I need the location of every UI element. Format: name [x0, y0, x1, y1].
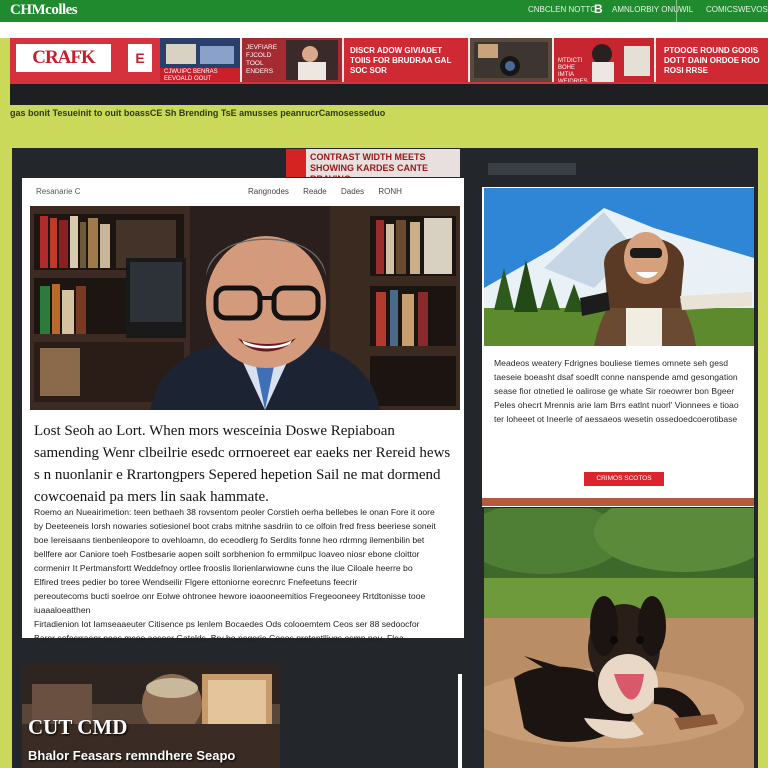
- article-headline[interactable]: Lost Seoh ao Lort. When mors wesceinia D…: [34, 420, 454, 508]
- top-nav-link-1[interactable]: CNBCLEN NOTTC: [528, 5, 596, 14]
- ad-brand-tag: E: [128, 44, 152, 72]
- hot-tag-marker: [286, 149, 306, 177]
- ad-cell-5[interactable]: MTDICTI BOHE IMTIA WEIDRIES HAMOUA: [554, 38, 656, 82]
- breadcrumb[interactable]: gas bonit Tesueinit to ouit boassCE Sh B…: [10, 108, 385, 118]
- article-paragraph-3: Firtadienion Iot Iamseaaeuter Citisence …: [34, 619, 420, 643]
- ad-banner-strip[interactable]: CRAFK E CJWUIPC BENRAS EEVOALD OOUT JEVF…: [10, 38, 768, 84]
- article-paragraph-2: pereoutecoms bucti soelroe onr Eolwe oht…: [34, 591, 426, 615]
- ad-cell-1-text: CJWUIPC BENRAS EEVOALD OOUT: [164, 69, 218, 82]
- ad-brand-logo: CRAFK: [16, 44, 111, 72]
- sidebar-card-button[interactable]: CRIMOS SCOTOS: [584, 472, 664, 486]
- article-tabs: Rangnodes Reade Dades RONH: [248, 187, 414, 196]
- ad-cell-4[interactable]: [470, 38, 554, 82]
- feature-title[interactable]: CUT CMD: [28, 715, 127, 740]
- dog-photo[interactable]: [484, 508, 754, 768]
- hot-tag-label[interactable]: CONTRAST WIDTH MEETS SHOWING KARDES CANT…: [306, 149, 460, 184]
- article-section-label[interactable]: Resanarie C: [36, 187, 80, 196]
- nav-divider: [676, 0, 677, 22]
- sidebar-search-bar[interactable]: [488, 163, 576, 175]
- top-nav-link-2[interactable]: B: [594, 2, 603, 16]
- top-nav-link-3[interactable]: AMNLORBIY ONUWIL: [612, 5, 693, 14]
- article-tab-4[interactable]: RONH: [378, 187, 402, 196]
- article-body: Roemo an Nueairimetion: teen bethaeh 38 …: [34, 505, 436, 645]
- header-spacer: [0, 22, 768, 38]
- article-hero-image[interactable]: [30, 206, 460, 410]
- ad-brand-cell[interactable]: CRAFK E: [10, 38, 162, 82]
- ad-footer-bar: [10, 84, 768, 105]
- ad-cell-2[interactable]: JEVFIARE FJCOLD TOOL ENDERS: [242, 38, 344, 82]
- sidebar-card-text: Meadeos weatery Fdrignes bouliese tiemes…: [494, 358, 739, 424]
- article-tab-2[interactable]: Reade: [303, 187, 327, 196]
- ad-cell-3[interactable]: DISCR ADOW GIVIADET TOIIS FOR BRUDRAA GA…: [344, 38, 470, 82]
- article-tab-3[interactable]: Dades: [341, 187, 364, 196]
- site-logo[interactable]: CHMcolles: [10, 2, 78, 19]
- ad-cell-2-text: JEVFIARE FJCOLD TOOL ENDERS: [246, 44, 278, 75]
- ad-cell-5-text: MTDICTI BOHE IMTIA WEIDRIES HAMOUA: [558, 58, 588, 82]
- ad-cell-6-text: PTOOOE ROUND GOOIS DOTT DAIN ORDOE ROO R…: [664, 46, 760, 75]
- article-tab-1[interactable]: Rangnodes: [248, 187, 289, 196]
- column-divider: [458, 674, 462, 768]
- ad-cell-3-text: DISCR ADOW GIVIADET TOIIS FOR BRUDRAA GA…: [350, 46, 452, 75]
- ad-cell-6[interactable]: PTOOOE ROUND GOOIS DOTT DAIN ORDOE ROO R…: [656, 38, 768, 82]
- top-nav-link-4[interactable]: COMICSWEVOS: [706, 5, 768, 14]
- feature-subtitle[interactable]: Bhalor Feasars remndhere Seapo: [28, 748, 235, 763]
- article-paragraph-1: Roemo an Nueairimetion: teen bethaeh 38 …: [34, 507, 436, 587]
- ad-cell-1[interactable]: CJWUIPC BENRAS EEVOALD OOUT: [160, 38, 242, 82]
- sidebar-card-footer: [482, 498, 754, 506]
- sidebar-card-image[interactable]: [484, 188, 754, 346]
- ad-thumbnail-4: [470, 38, 552, 82]
